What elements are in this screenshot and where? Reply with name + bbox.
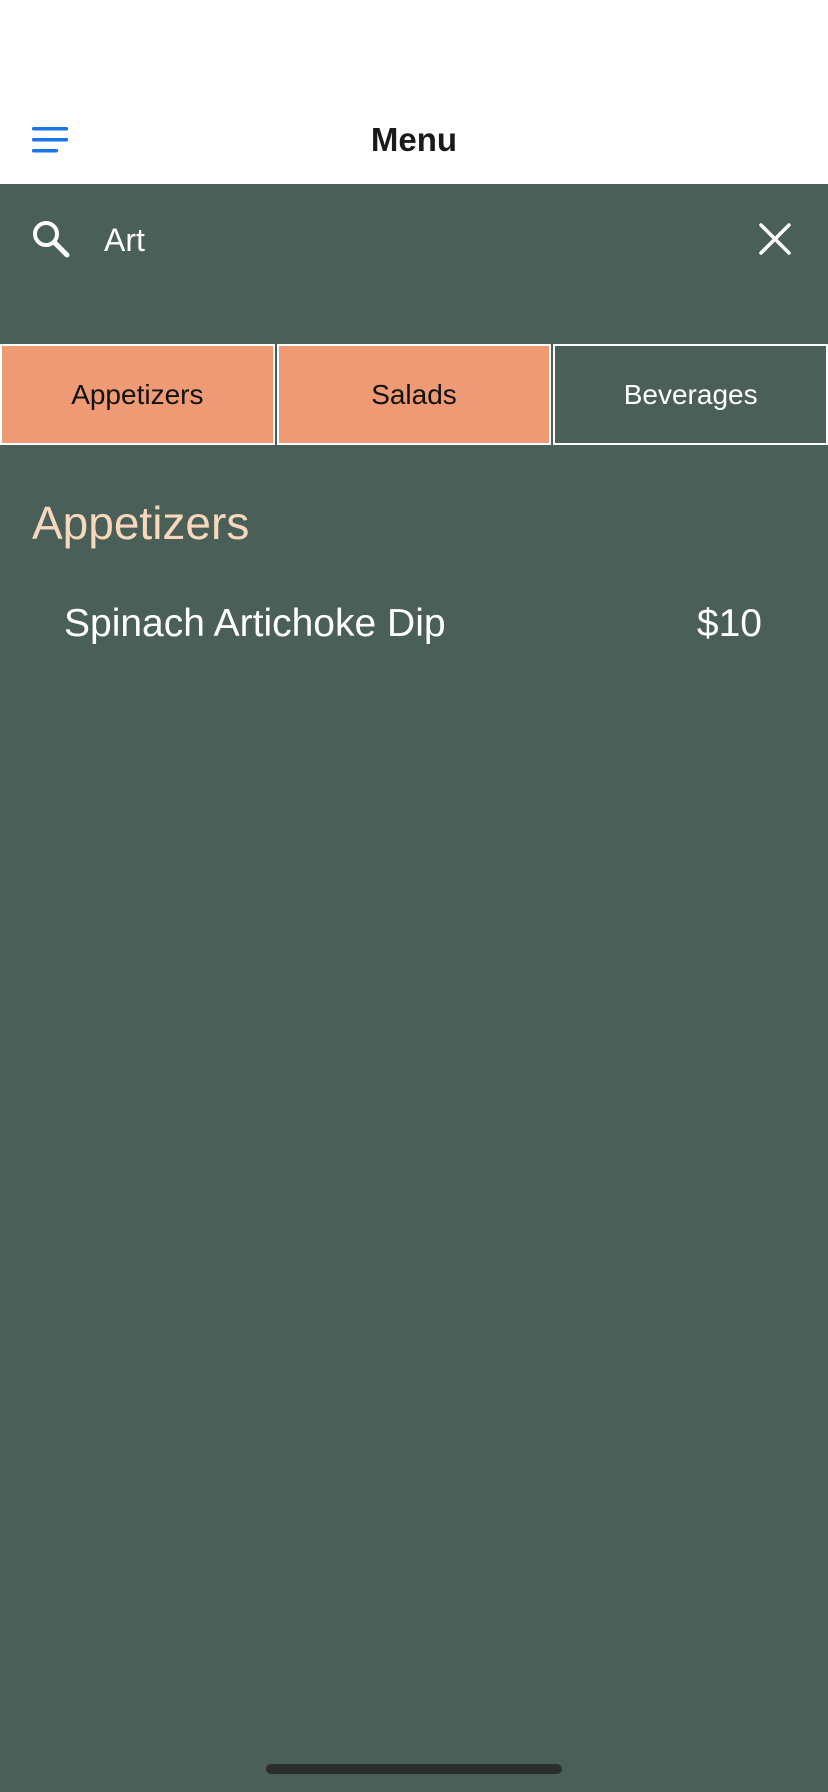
search-icon	[30, 218, 72, 260]
tab-label: Salads	[371, 378, 457, 410]
tab-salads[interactable]: Salads	[276, 344, 552, 445]
page-title: Menu	[370, 121, 458, 158]
tab-label: Beverages	[623, 378, 758, 410]
menu-item-price: $10	[696, 602, 762, 645]
close-icon[interactable]	[756, 220, 794, 258]
search-bar	[0, 184, 828, 344]
category-tabs: Appetizers Salads Beverages	[0, 344, 828, 445]
menu-item-name: Spinach Artichoke Dip	[64, 602, 446, 645]
section-title-appetizers: Appetizers	[32, 497, 250, 549]
menu-item[interactable]: Spinach Artichoke Dip $10	[0, 596, 828, 656]
home-indicator	[266, 1764, 562, 1774]
search-input[interactable]	[104, 218, 724, 262]
tab-appetizers[interactable]: Appetizers	[0, 344, 275, 445]
top-navigation-bar: Menu	[0, 0, 828, 184]
tab-label: Appetizers	[71, 378, 204, 410]
tab-beverages[interactable]: Beverages	[553, 344, 828, 445]
